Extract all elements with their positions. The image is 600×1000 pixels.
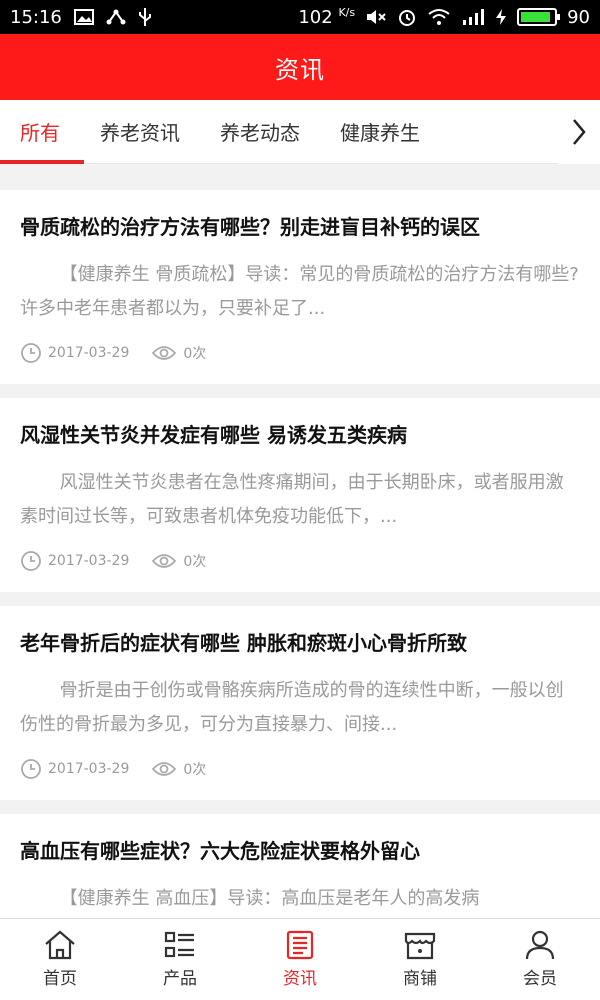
article-summary: 骨折是由于创伤或骨骼疾病所造成的骨的连续性中断，一般以创伤性的骨折最为多见，可分…	[20, 680, 564, 735]
eye-icon	[152, 346, 177, 360]
nav-shops-label: 商铺	[403, 969, 437, 989]
battery-icon	[517, 8, 561, 26]
list-item[interactable]: 骨质疏松的治疗方法有哪些？别走进盲目补钙的误区 【健康养生 骨质疏松】导读：常见…	[0, 190, 600, 384]
user-icon	[525, 930, 555, 960]
article-date: 2017-03-29	[48, 345, 130, 361]
list-item[interactable]: 风湿性关节炎并发症有哪些 易诱发五类疾病 风湿性关节炎患者在急性疼痛期间，由于长…	[0, 398, 600, 592]
network-speed-value: 102	[298, 7, 333, 28]
list-icon	[164, 931, 194, 958]
mute-icon	[365, 8, 387, 26]
nav-shops[interactable]: 商铺	[360, 919, 480, 1000]
article-list: 骨质疏松的治疗方法有哪些？别走进盲目补钙的误区 【健康养生 骨质疏松】导读：常见…	[0, 190, 600, 1000]
nav-news-label: 资讯	[283, 969, 317, 989]
tab-all[interactable]: 所有	[0, 100, 84, 164]
category-tabs: 所有 养老资讯 养老动态 健康养生	[0, 100, 600, 164]
article-date: 2017-03-29	[48, 761, 130, 777]
wifi-icon	[427, 8, 451, 26]
article-date: 2017-03-29	[48, 553, 130, 569]
battery-fill	[521, 12, 550, 22]
network-speed: 102 K/s	[298, 6, 355, 28]
nav-products-label: 产品	[163, 969, 197, 989]
article-meta: 2017-03-29 0次	[20, 342, 580, 364]
article-title[interactable]: 老年骨折后的症状有哪些 肿胀和瘀斑小心骨折所致	[20, 626, 580, 660]
article-title[interactable]: 骨质疏松的治疗方法有哪些？别走进盲目补钙的误区	[20, 210, 580, 244]
app-header: 资讯	[0, 34, 600, 100]
image-notification-icon	[73, 9, 94, 25]
bottom-nav: 首页 产品 资讯 商铺 会员	[0, 918, 600, 1000]
nav-home-label: 首页	[43, 969, 77, 989]
eye-icon	[152, 554, 177, 568]
nav-home[interactable]: 首页	[0, 919, 120, 1000]
network-speed-unit: K/s	[338, 6, 356, 19]
share-notification-icon	[106, 8, 126, 26]
charging-icon	[495, 8, 507, 26]
tabs-more-button[interactable]	[558, 100, 600, 164]
shop-icon	[404, 932, 436, 960]
article-summary: 【健康养生 骨质疏松】导读：常见的骨质疏松的治疗方法有哪些?许多中老年患者都以为…	[20, 264, 579, 319]
article-views: 0次	[183, 762, 207, 778]
clock-icon	[21, 551, 41, 571]
news-icon	[286, 930, 314, 960]
article-title[interactable]: 高血压有哪些症状？六大危险症状要格外留心	[20, 834, 580, 868]
alarm-icon	[397, 7, 417, 27]
list-item[interactable]: 老年骨折后的症状有哪些 肿胀和瘀斑小心骨折所致 骨折是由于创伤或骨骼疾病所造成的…	[0, 606, 600, 800]
home-icon	[45, 930, 75, 960]
article-title[interactable]: 风湿性关节炎并发症有哪些 易诱发五类疾病	[20, 418, 580, 452]
article-views: 0次	[183, 554, 207, 570]
signal-icon	[461, 8, 485, 26]
eye-icon	[152, 762, 177, 776]
tab-health[interactable]: 健康养生	[320, 100, 440, 164]
battery-level: 90	[567, 6, 590, 28]
usb-icon	[138, 7, 152, 27]
chevron-right-icon	[573, 119, 586, 145]
article-meta: 2017-03-29 0次	[20, 758, 580, 780]
clock-icon	[21, 759, 41, 779]
status-bar: 15:16 102 K/s 90	[0, 0, 600, 34]
nav-products[interactable]: 产品	[120, 919, 240, 1000]
article-views: 0次	[183, 346, 207, 362]
nav-member[interactable]: 会员	[480, 919, 600, 1000]
clock-icon	[21, 343, 41, 363]
status-time: 15:16	[10, 6, 62, 28]
page-title: 资讯	[275, 55, 325, 84]
article-summary: 风湿性关节炎患者在急性疼痛期间，由于长期卧床，或者服用激素时间过长等，可致患者机…	[20, 472, 564, 527]
article-meta: 2017-03-29 0次	[20, 550, 580, 572]
tab-elderly-news[interactable]: 养老资讯	[80, 100, 200, 164]
nav-member-label: 会员	[523, 969, 557, 989]
nav-news[interactable]: 资讯	[240, 919, 360, 1000]
tab-elderly-updates[interactable]: 养老动态	[200, 100, 320, 164]
